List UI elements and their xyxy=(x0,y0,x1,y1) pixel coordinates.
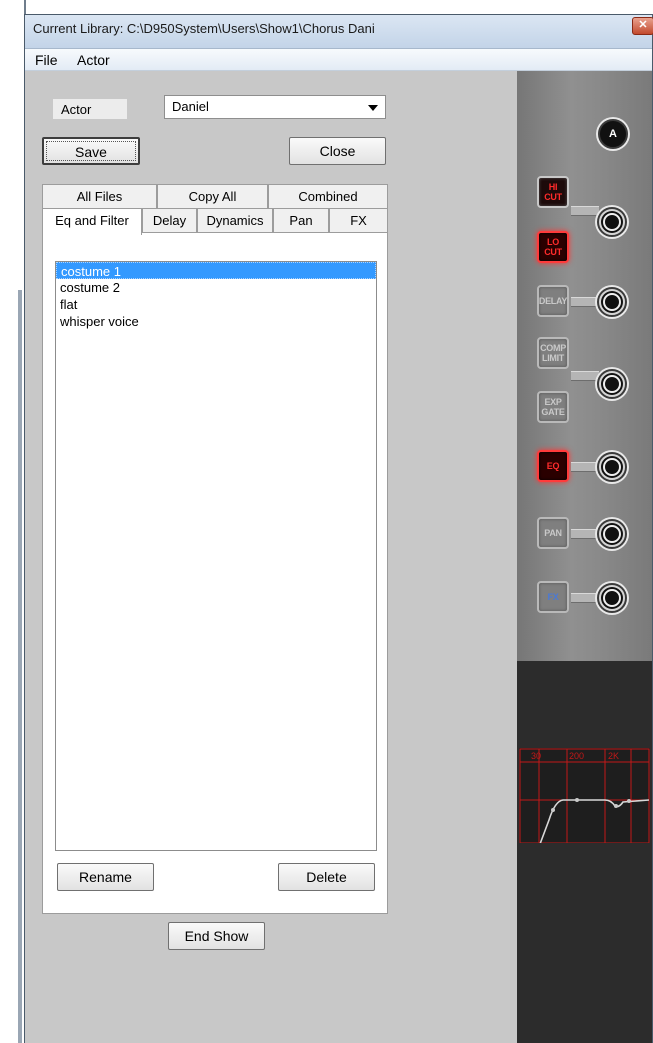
tab-row-top: All Files Copy All Combined xyxy=(42,184,388,208)
tab-row-bottom: Eq and Filter Delay Dynamics Pan FX xyxy=(42,208,388,235)
eq-band-point xyxy=(614,804,618,808)
tab-delay[interactable]: Delay xyxy=(142,208,197,232)
eq-graph-footer xyxy=(519,843,650,854)
list-item[interactable]: costume 2 xyxy=(56,279,376,296)
exp-gate-button[interactable]: EXP GATE xyxy=(537,391,569,423)
tab-copy-all[interactable]: Copy All xyxy=(157,184,268,208)
pan-button[interactable]: PAN xyxy=(537,517,569,549)
eq-freq-label: 30 xyxy=(531,751,541,761)
list-item[interactable]: flat xyxy=(56,296,376,313)
pan-knob[interactable] xyxy=(597,519,627,549)
eq-filter-tab-panel: costume 1 costume 2 flat whisper voice R… xyxy=(42,232,388,914)
filter-knob[interactable] xyxy=(597,207,627,237)
save-button[interactable]: Save xyxy=(42,137,140,165)
rename-button[interactable]: Rename xyxy=(57,863,154,891)
delete-button[interactable]: Delete xyxy=(278,863,375,891)
eq-knob[interactable] xyxy=(597,452,627,482)
eq-band-point xyxy=(575,798,579,802)
list-item[interactable]: whisper voice xyxy=(56,313,376,330)
library-tabs: All Files Copy All Combined Eq and Filte… xyxy=(42,184,388,914)
preset-list[interactable]: costume 1 costume 2 flat whisper voice xyxy=(55,261,377,851)
menu-actor[interactable]: Actor xyxy=(77,52,110,68)
menu-bar: File Actor xyxy=(25,49,652,71)
tab-all-files[interactable]: All Files xyxy=(42,184,157,208)
fx-knob[interactable] xyxy=(597,583,627,613)
delay-knob[interactable] xyxy=(597,287,627,317)
library-window: Current Library: C:\D950System\Users\Sho… xyxy=(24,14,653,1043)
automation-knob[interactable]: A xyxy=(598,119,628,149)
eq-band-point xyxy=(627,799,631,803)
eq-button[interactable]: EQ xyxy=(537,450,569,482)
tab-combined[interactable]: Combined xyxy=(268,184,388,208)
actor-dropdown[interactable]: Daniel xyxy=(164,95,386,119)
connector xyxy=(571,529,599,539)
close-button[interactable]: Close xyxy=(289,137,386,165)
end-show-button[interactable]: End Show xyxy=(168,922,265,950)
library-panel: Actor Daniel Save Close All Files Copy A… xyxy=(25,71,517,1043)
desktop-background xyxy=(0,0,26,1043)
tab-fx[interactable]: FX xyxy=(329,208,388,232)
connector xyxy=(571,371,599,381)
window-close-button[interactable]: ✕ xyxy=(632,17,653,35)
connector xyxy=(571,206,599,216)
connector xyxy=(571,297,599,307)
eq-freq-label: 200 xyxy=(569,751,584,761)
window-title: Current Library: C:\D950System\Users\Sho… xyxy=(33,21,375,36)
hi-cut-button[interactable]: HI CUT xyxy=(537,176,569,208)
eq-curve-graph: 30 200 2K xyxy=(519,748,650,854)
actor-dropdown-value: Daniel xyxy=(172,99,209,114)
tab-dynamics[interactable]: Dynamics xyxy=(197,208,273,232)
eq-band-point xyxy=(551,808,555,812)
title-bar[interactable]: Current Library: C:\D950System\Users\Sho… xyxy=(25,15,653,49)
tab-eq-and-filter[interactable]: Eq and Filter xyxy=(42,208,142,235)
tab-pan[interactable]: Pan xyxy=(273,208,329,232)
eq-freq-label: 2K xyxy=(608,751,619,761)
channel-strip: A HI CUT LO CUT DELAY COMP LIMIT EXP GATE EQ… xyxy=(517,71,652,661)
menu-file[interactable]: File xyxy=(35,52,58,68)
dynamics-knob[interactable] xyxy=(597,369,627,399)
lo-cut-button[interactable]: LO CUT xyxy=(537,231,569,263)
comp-limit-button[interactable]: COMP LIMIT xyxy=(537,337,569,369)
fx-button[interactable]: FX xyxy=(537,581,569,613)
desktop-scroll-edge xyxy=(18,290,22,1043)
list-item[interactable]: costume 1 xyxy=(56,262,376,279)
delay-button[interactable]: DELAY xyxy=(537,285,569,317)
dropdown-arrow-icon[interactable] xyxy=(368,105,378,111)
actor-label: Actor xyxy=(53,99,127,119)
connector xyxy=(571,593,599,603)
connector xyxy=(571,462,599,472)
